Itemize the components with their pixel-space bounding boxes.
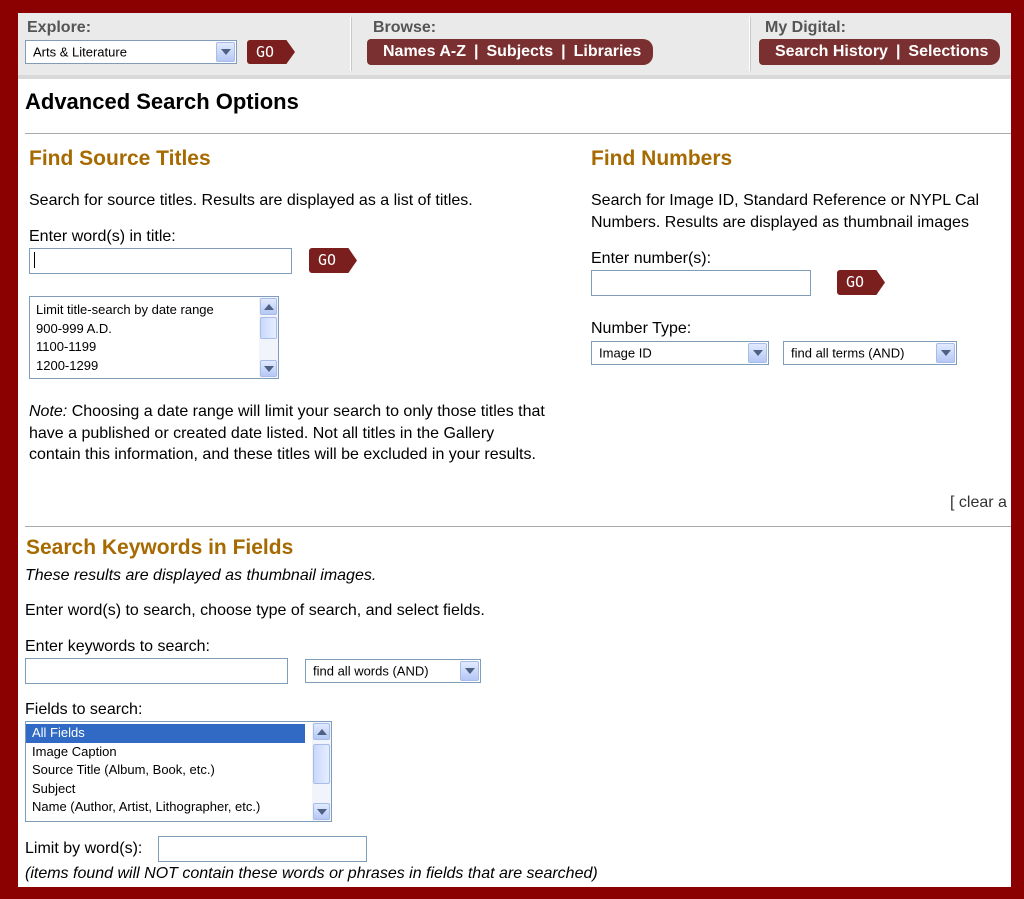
page-frame: Explore: Arts & Literature GO Browse: Na… bbox=[18, 13, 1011, 887]
scrollbar[interactable] bbox=[312, 722, 331, 821]
keywords-heading: Search Keywords in Fields bbox=[26, 536, 294, 559]
limit-note-text: (items found will NOT contain these word… bbox=[25, 865, 598, 882]
top-nav-bar: Explore: Arts & Literature GO Browse: Na… bbox=[18, 13, 1011, 79]
chevron-down-icon bbox=[216, 42, 235, 62]
mydigital-links-bar: Search History | Selections bbox=[759, 39, 1001, 65]
link-separator: | bbox=[561, 43, 566, 60]
scroll-up-icon[interactable] bbox=[260, 298, 277, 315]
link-separator: | bbox=[895, 43, 901, 60]
browse-label: Browse: bbox=[373, 19, 437, 36]
list-item[interactable]: Image Caption bbox=[26, 743, 331, 762]
note-text: Choosing a date range will limit your se… bbox=[29, 403, 545, 463]
fields-list[interactable]: All Fields Image Caption Source Title (A… bbox=[25, 721, 332, 822]
numbers-description-line2: Numbers. Results are displayed as thumbn… bbox=[591, 214, 969, 231]
scroll-up-icon[interactable] bbox=[313, 723, 330, 740]
explore-section: Explore: Arts & Literature GO bbox=[18, 13, 350, 75]
list-item[interactable]: 1200-1299 bbox=[30, 357, 278, 376]
number-type-value: Image ID bbox=[599, 345, 652, 361]
scroll-down-icon[interactable] bbox=[313, 803, 330, 820]
list-item[interactable]: 1100-1199 bbox=[30, 338, 278, 357]
mydigital-section: My Digital: Search History | Selections bbox=[750, 13, 1011, 75]
keywords-match-select[interactable]: find all words (AND) bbox=[305, 659, 481, 683]
source-titles-heading: Find Source Titles bbox=[29, 147, 211, 170]
list-item[interactable]: Limit title-search by date range bbox=[30, 301, 278, 320]
explore-select-value: Arts & Literature bbox=[33, 44, 127, 60]
number-input-label: Enter number(s): bbox=[591, 250, 712, 267]
mydigital-label: My Digital: bbox=[765, 19, 846, 36]
title-search-input[interactable] bbox=[29, 248, 292, 274]
list-item-selected[interactable]: All Fields bbox=[26, 724, 305, 743]
chevron-down-icon bbox=[748, 343, 767, 363]
date-range-list[interactable]: Limit title-search by date range 900-999… bbox=[29, 296, 279, 379]
divider bbox=[25, 133, 1011, 134]
explore-label: Explore: bbox=[27, 19, 92, 36]
numbers-heading: Find Numbers bbox=[591, 147, 733, 170]
list-item[interactable]: 900-999 A.D. bbox=[30, 320, 278, 339]
explore-go-button[interactable]: GO bbox=[247, 40, 295, 64]
keywords-subtitle: These results are displayed as thumbnail… bbox=[25, 567, 377, 584]
browse-section: Browse: Names A-Z | Subjects | Libraries bbox=[351, 13, 751, 75]
number-type-label: Number Type: bbox=[591, 320, 692, 337]
divider bbox=[25, 526, 1011, 527]
scrollbar[interactable] bbox=[259, 297, 278, 378]
mydigital-link-selections[interactable]: Selections bbox=[908, 43, 988, 60]
fields-label: Fields to search: bbox=[25, 701, 143, 718]
date-range-note: Note: Choosing a date range will limit y… bbox=[29, 401, 549, 466]
limit-words-input[interactable] bbox=[158, 836, 367, 862]
page-title: Advanced Search Options bbox=[25, 89, 299, 114]
note-label: Note: bbox=[29, 403, 68, 420]
browse-links-bar: Names A-Z | Subjects | Libraries bbox=[367, 39, 654, 65]
number-match-select[interactable]: find all terms (AND) bbox=[783, 341, 957, 365]
limit-note: (items found will NOT contain these word… bbox=[25, 865, 598, 883]
keywords-instructions: Enter word(s) to search, choose type of … bbox=[25, 602, 485, 619]
scroll-down-icon[interactable] bbox=[260, 360, 277, 377]
browse-link-libraries[interactable]: Libraries bbox=[574, 43, 642, 60]
keywords-match-value: find all words (AND) bbox=[313, 663, 429, 679]
scroll-thumb[interactable] bbox=[313, 744, 330, 784]
numbers-description-line1: Search for Image ID, Standard Reference … bbox=[591, 192, 980, 209]
title-go-button[interactable]: GO bbox=[309, 248, 357, 273]
chevron-down-icon bbox=[460, 661, 479, 681]
number-match-value: find all terms (AND) bbox=[791, 345, 905, 361]
number-type-select[interactable]: Image ID bbox=[591, 341, 769, 365]
number-go-button[interactable]: GO bbox=[837, 270, 885, 295]
list-item[interactable]: Subject bbox=[26, 780, 331, 799]
keywords-input[interactable] bbox=[25, 658, 288, 684]
source-titles-description: Search for source titles. Results are di… bbox=[29, 192, 473, 209]
number-search-input[interactable] bbox=[591, 270, 811, 296]
browse-link-names[interactable]: Names A-Z bbox=[383, 43, 466, 60]
list-item[interactable]: Source Title (Album, Book, etc.) bbox=[26, 761, 331, 780]
scroll-thumb[interactable] bbox=[260, 317, 277, 339]
list-item[interactable]: Name (Author, Artist, Lithographer, etc.… bbox=[26, 798, 331, 817]
clear-all-link[interactable]: [ clear a bbox=[950, 494, 1007, 512]
keywords-input-label: Enter keywords to search: bbox=[25, 638, 210, 655]
mydigital-link-history[interactable]: Search History bbox=[775, 43, 888, 60]
chevron-down-icon bbox=[936, 343, 955, 363]
title-input-label: Enter word(s) in title: bbox=[29, 228, 176, 245]
explore-select[interactable]: Arts & Literature bbox=[25, 40, 237, 64]
browse-link-subjects[interactable]: Subjects bbox=[486, 43, 553, 60]
limit-label: Limit by word(s): bbox=[25, 840, 143, 857]
link-separator: | bbox=[473, 43, 479, 60]
